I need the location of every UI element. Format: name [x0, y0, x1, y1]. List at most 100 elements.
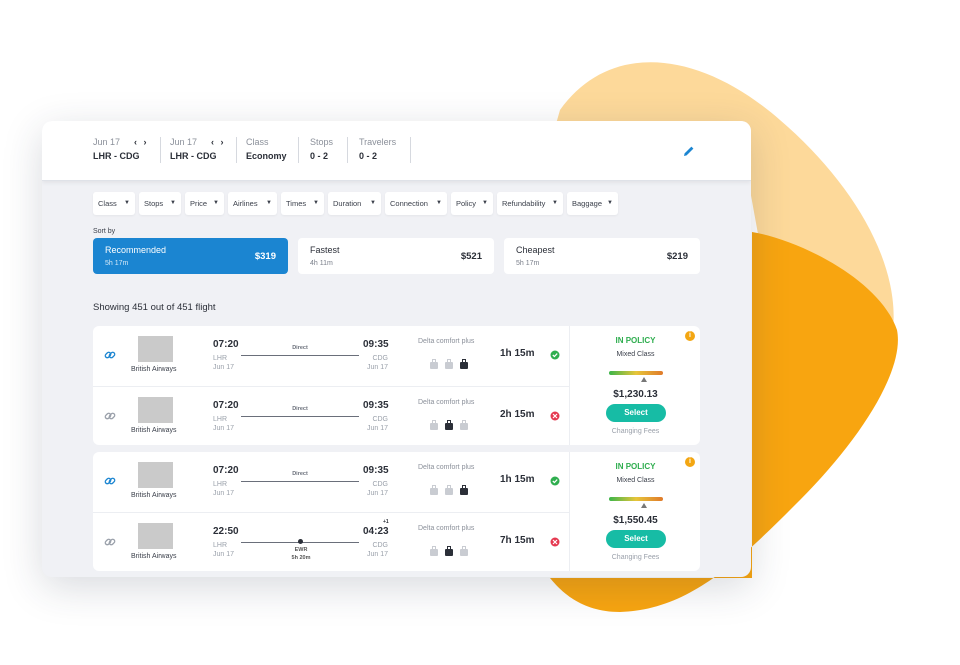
filter-policy[interactable]: Policy ▼: [451, 192, 493, 215]
personal-item-icon: [430, 546, 438, 556]
price-gauge: [609, 371, 663, 375]
sort-tab-title: Cheapest: [516, 245, 555, 255]
select-button[interactable]: Select: [606, 530, 666, 548]
departure-time: 22:50: [213, 526, 239, 537]
results-summary: Showing 451 out of 451 flight: [93, 302, 216, 313]
sort-by-label: Sort by: [93, 228, 116, 235]
arrival-date: Jun 17: [366, 490, 388, 497]
filter-refundability[interactable]: Refundability ▼: [497, 192, 563, 215]
sort-tab-title: Fastest: [310, 245, 340, 255]
changing-fees-link[interactable]: Changing Fees: [570, 554, 701, 561]
departure-date: Jun 17: [213, 551, 235, 558]
filter-price[interactable]: Price ▼: [185, 192, 224, 215]
arrival-time: 04:23: [363, 526, 389, 537]
arrival-time: 09:35: [363, 465, 389, 476]
travelers-field[interactable]: Travelers 0 - 2: [359, 137, 409, 164]
segment-1[interactable]: Jun 17 LHR - CDG ‹ ›: [93, 137, 163, 164]
filter-stops[interactable]: Stops ▼: [139, 192, 181, 215]
filter-baggage[interactable]: Baggage ▼: [567, 192, 618, 215]
divider: [298, 137, 299, 163]
departure-airport: LHR: [213, 355, 228, 362]
arrival-date: Jun 17: [366, 551, 388, 558]
fare-price: $1,230.13: [613, 389, 658, 400]
sort-tab-recommended[interactable]: Recommended 5h 17m $319: [93, 238, 288, 274]
segment-2-arrows-icon[interactable]: ‹ ›: [211, 137, 226, 147]
fare-price: $1,550.45: [613, 515, 658, 526]
changing-fees-link[interactable]: Changing Fees: [570, 428, 701, 435]
filter-times[interactable]: Times ▼: [281, 192, 324, 215]
gauge-marker-icon: [641, 377, 647, 382]
segment-2-date: Jun 17: [170, 137, 198, 147]
segment-1-date: Jun 17: [93, 137, 121, 147]
fare-class: Mixed Class: [616, 351, 655, 358]
airline-logo: [138, 397, 173, 423]
arrival-airport: CDG: [372, 355, 388, 362]
arrival-airport: CDG: [372, 416, 388, 423]
flight-group-2: British Airways 07:20 LHR Jun 17 Direct …: [93, 452, 700, 571]
checked-bag-icon: [460, 546, 468, 556]
stop-dot: [298, 539, 303, 544]
stops-field[interactable]: Stops 0 - 2: [310, 137, 350, 164]
departure-date: Jun 17: [213, 425, 235, 432]
class-label: Class: [246, 137, 269, 147]
sort-tab-cheapest[interactable]: Cheapest 5h 17m $219: [504, 238, 700, 274]
filter-connection[interactable]: Connection ▼: [385, 192, 447, 215]
pencil-icon[interactable]: [683, 145, 695, 157]
segment-2[interactable]: Jun 17 LHR - CDG ‹ ›: [170, 137, 240, 164]
caret-down-icon: ▼: [482, 200, 488, 206]
airline-name: British Airways: [131, 427, 177, 434]
segment-1-arrows-icon[interactable]: ‹ ›: [134, 137, 149, 147]
airline-name: British Airways: [131, 553, 177, 560]
caret-down-icon: ▼: [370, 200, 376, 206]
next-day-badge: +1: [383, 519, 389, 525]
route-line: [241, 355, 359, 356]
link-icon[interactable]: [104, 349, 116, 361]
stops-value: 0 - 2: [310, 151, 329, 161]
caret-down-icon: ▼: [607, 200, 613, 206]
fare-class: Mixed Class: [616, 477, 655, 484]
blocked-icon: [550, 537, 560, 547]
sort-tab-fastest[interactable]: Fastest 4h 11m $521: [298, 238, 494, 274]
caret-down-icon: ▼: [170, 200, 176, 206]
carry-on-bag-icon: [445, 485, 453, 495]
flight-row[interactable]: British Airways 07:20 LHR Jun 17 Direct …: [93, 452, 569, 511]
flight-group-1: British Airways 07:20 LHR Jun 17 Direct …: [93, 326, 700, 445]
travelers-value: 0 - 2: [359, 151, 378, 161]
flight-row[interactable]: British Airways 22:50 LHR Jun 17 EWR 5h …: [93, 512, 569, 572]
stop-label: Direct: [292, 406, 308, 412]
sort-tab-duration: 5h 17m: [516, 260, 540, 267]
divider: [347, 137, 348, 163]
flight-duration: 1h 15m: [500, 348, 535, 359]
filter-airlines[interactable]: Airlines ▼: [228, 192, 277, 215]
airline-name: British Airways: [131, 492, 177, 499]
link-icon[interactable]: [104, 475, 116, 487]
gauge-marker-icon: [641, 503, 647, 508]
select-button[interactable]: Select: [606, 404, 666, 422]
link-icon[interactable]: [104, 536, 116, 548]
flight-row[interactable]: British Airways 07:20 LHR Jun 17 Direct …: [93, 326, 569, 385]
stop-duration: 5h 20m: [291, 555, 311, 561]
departure-time: 07:20: [213, 339, 239, 350]
class-field[interactable]: Class Economy: [246, 137, 306, 164]
cabin-class: Delta comfort plus: [418, 464, 475, 471]
departure-airport: LHR: [213, 481, 228, 488]
route-line: [241, 481, 359, 482]
segment-2-route: LHR - CDG: [170, 151, 217, 161]
fare-panel: i IN POLICY Mixed Class $1,230.13 Select…: [569, 326, 701, 445]
departure-time: 07:20: [213, 400, 239, 411]
divider: [410, 137, 411, 163]
filter-class[interactable]: Class ▼: [93, 192, 135, 215]
sort-tab-duration: 5h 17m: [105, 260, 129, 267]
personal-item-icon: [430, 485, 438, 495]
check-circle-icon: [550, 350, 560, 360]
carry-on-bag-icon: [445, 546, 453, 556]
flight-row[interactable]: British Airways 07:20 LHR Jun 17 Direct …: [93, 386, 569, 446]
cabin-class: Delta comfort plus: [418, 525, 475, 532]
arrival-airport: CDG: [372, 542, 388, 549]
filter-duration[interactable]: Duration ▼: [328, 192, 381, 215]
link-icon[interactable]: [104, 410, 116, 422]
class-value: Economy: [246, 151, 287, 161]
caret-down-icon: ▼: [213, 200, 219, 206]
flight-duration: 7h 15m: [500, 535, 535, 546]
caret-down-icon: ▼: [266, 200, 272, 206]
